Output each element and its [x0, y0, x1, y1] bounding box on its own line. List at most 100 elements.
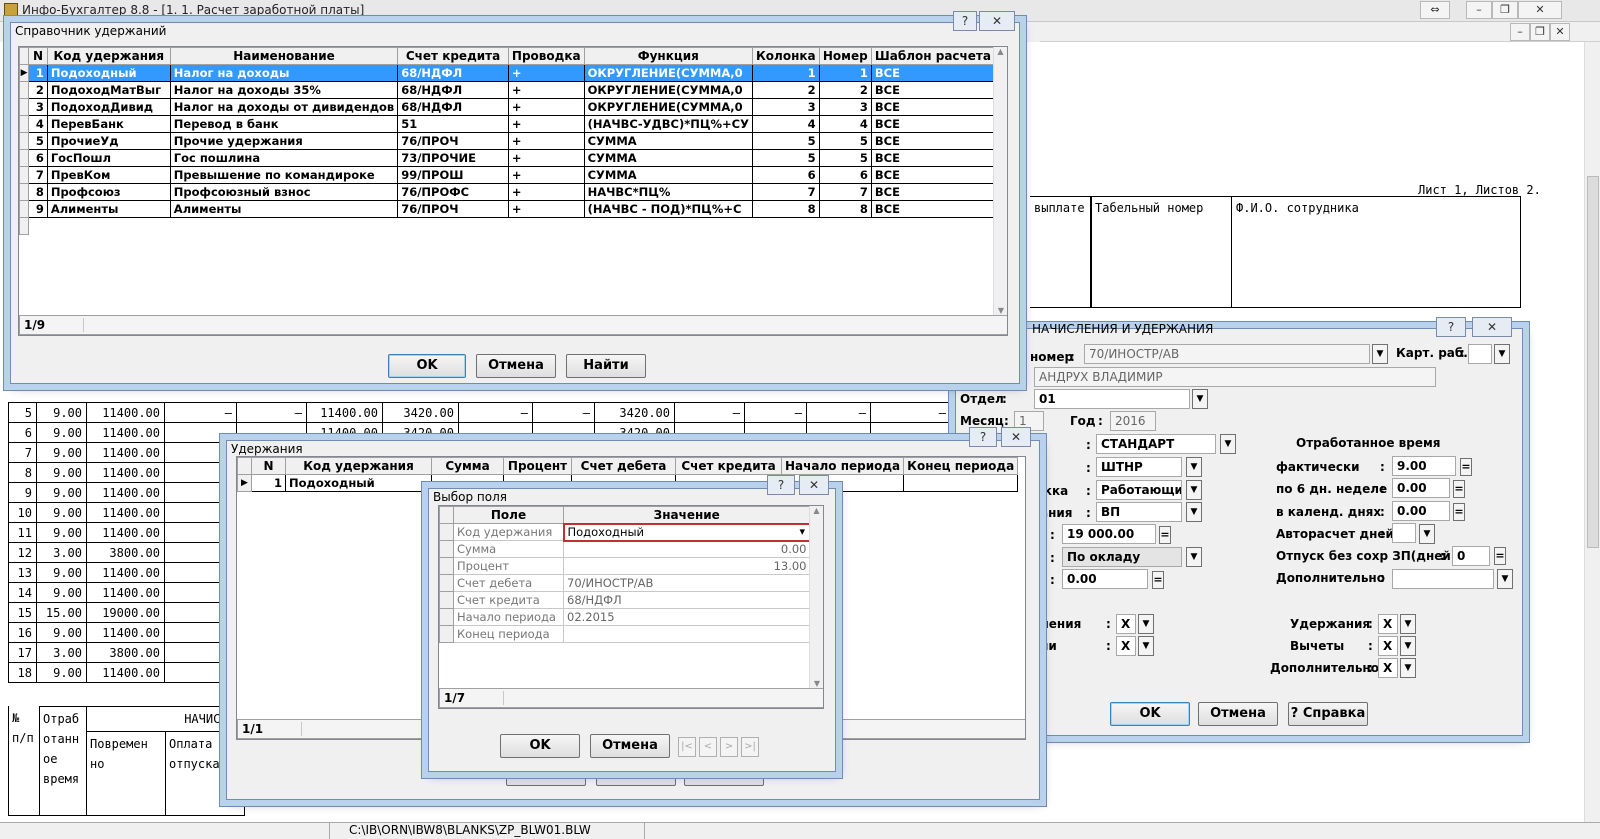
ded-cell[interactable]: ПревКом: [46, 166, 171, 184]
ded-cell[interactable]: 5: [818, 132, 872, 150]
ded-col-header[interactable]: Номер: [818, 47, 872, 65]
picker-field-value[interactable]: 13.00: [563, 557, 811, 575]
mdi-minimize-button[interactable]: –: [1510, 23, 1530, 41]
ded-cell[interactable]: 7: [751, 183, 820, 201]
nav-next-button[interactable]: >: [720, 737, 738, 757]
picker-row[interactable]: Начало периода 02.2015: [439, 608, 811, 626]
emp-deductions-flag[interactable]: X: [1378, 614, 1398, 634]
ded-cell[interactable]: 7: [818, 183, 872, 201]
nav-last-button[interactable]: >|: [741, 737, 759, 757]
holds-cell[interactable]: 1: [251, 474, 286, 492]
ded-cell[interactable]: 5: [28, 132, 48, 150]
ded-cell[interactable]: 5: [751, 132, 820, 150]
ded-row[interactable]: 5 ПрочиеУд Прочие удержания 76/ПРОЧ + СУММА 5 5…: [19, 132, 996, 150]
ded-cell[interactable]: 68/НДФЛ: [397, 98, 509, 116]
emp-pay-method-field[interactable]: По окладу: [1062, 547, 1182, 567]
chevron-down-icon[interactable]: ▼: [1497, 569, 1513, 589]
ded-cell[interactable]: 76/ПРОФС: [397, 183, 509, 201]
holds-col-header[interactable]: Сумма: [431, 457, 504, 475]
ded-cell[interactable]: Профсоюз: [46, 183, 171, 201]
holds-col-header[interactable]: Конец периода: [903, 457, 1019, 475]
ded-cell[interactable]: Алименты: [46, 200, 171, 218]
chevron-down-icon[interactable]: ▼: [1138, 614, 1154, 634]
nav-first-button[interactable]: |<: [678, 737, 696, 757]
emp-extra-sum-field[interactable]: 0.00: [1062, 569, 1148, 589]
picker-row[interactable]: Счет дебета 70/ИНОСТР/АВ: [439, 574, 811, 592]
picker-row[interactable]: Процент 13.00: [439, 557, 811, 575]
ded-cell[interactable]: +: [507, 115, 585, 133]
ded-cell[interactable]: 73/ПРОЧИЕ: [397, 149, 509, 167]
ded-cell[interactable]: ВСЕ: [870, 115, 996, 133]
ded-cell[interactable]: 6: [28, 149, 48, 167]
ded-cell[interactable]: ПодоходМатВыг: [46, 81, 171, 99]
holds-cell[interactable]: Подоходный: [285, 474, 432, 492]
close-icon[interactable]: ✕: [1472, 317, 1512, 337]
ded-cell[interactable]: ОКРУГЛЕНИЕ(СУММА,0: [583, 64, 753, 82]
picker-row[interactable]: Конец периода: [439, 625, 811, 643]
ded-cancel-button[interactable]: Отмена: [476, 354, 556, 378]
emp-ok-button[interactable]: OK: [1110, 702, 1190, 726]
emp-salary-field[interactable]: 19 000.00: [1062, 524, 1156, 544]
ded-cell[interactable]: +: [507, 132, 585, 150]
emp-template-field[interactable]: СТАНДАРТ: [1096, 434, 1216, 454]
emp-status-field[interactable]: Работающий: [1096, 480, 1182, 500]
ded-cell[interactable]: Налог на доходы: [169, 64, 399, 82]
picker-field-value[interactable]: 70/ИНОСТР/АВ: [563, 574, 811, 592]
ded-cell[interactable]: Подоходный: [46, 64, 171, 82]
ded-col-header[interactable]: Код удержания: [46, 47, 171, 65]
holds-col-header[interactable]: Счет дебета: [571, 457, 676, 475]
emp-writeoffs-flag[interactable]: X: [1378, 636, 1398, 656]
emp-card-field[interactable]: [1468, 344, 1492, 364]
picker-cancel-button[interactable]: Отмена: [590, 734, 670, 758]
ded-row[interactable]: 7 ПревКом Превышение по командироке 99/ПРОШ…: [19, 166, 996, 184]
scroll-thumb[interactable]: [1587, 176, 1599, 548]
close-icon[interactable]: ✕: [979, 11, 1015, 31]
chevron-down-icon[interactable]: ▼: [1220, 434, 1236, 454]
holds-col-header[interactable]: Счет кредита: [675, 457, 782, 475]
chevron-down-icon[interactable]: ▼: [1138, 636, 1154, 656]
ded-cell[interactable]: ОКРУГЛЕНИЕ(СУММА,0: [583, 81, 753, 99]
chevron-down-icon[interactable]: ▾: [799, 526, 805, 539]
ded-cell[interactable]: ПрочиеУд: [46, 132, 171, 150]
ded-cell[interactable]: Профсоюзный взнос: [169, 183, 399, 201]
ded-cell[interactable]: Налог на доходы 35%: [169, 81, 399, 99]
ded-cell[interactable]: ПодоходДивид: [46, 98, 171, 116]
emp-autocalc-field[interactable]: [1392, 523, 1416, 543]
help-question-icon[interactable]: ?: [767, 475, 795, 495]
chevron-down-icon[interactable]: ▼: [1186, 547, 1202, 567]
ded-col-header[interactable]: Шаблон расчета: [870, 47, 996, 65]
emp-extra2-flag[interactable]: X: [1378, 658, 1398, 678]
field-picker-grid[interactable]: Поле Значение Код удержания Подоходный ▾ Су…: [438, 505, 824, 709]
ded-cell[interactable]: 76/ПРОЧ: [397, 132, 509, 150]
close-icon[interactable]: ✕: [799, 475, 829, 495]
maximize-button[interactable]: ❐: [1492, 1, 1518, 19]
ded-cell[interactable]: ПеревБанк: [46, 115, 171, 133]
calc-equals-button[interactable]: =: [1159, 526, 1171, 544]
ded-cell[interactable]: Перевод в банк: [169, 115, 399, 133]
ded-cell[interactable]: 99/ПРОШ: [397, 166, 509, 184]
ded-cell[interactable]: Гос пошлина: [169, 149, 399, 167]
ded-cell[interactable]: (НАЧВС-УДВС)*ПЦ%+СУ: [583, 115, 753, 133]
ded-cell[interactable]: 1: [818, 64, 872, 82]
ded-cell[interactable]: 68/НДФЛ: [397, 81, 509, 99]
calc-equals-button[interactable]: =: [1453, 480, 1465, 498]
ded-cell[interactable]: ВСЕ: [870, 132, 996, 150]
ded-cell[interactable]: ВСЕ: [870, 64, 996, 82]
ded-cell[interactable]: 8: [751, 200, 820, 218]
holds-col-header[interactable]: Процент: [503, 457, 572, 475]
ded-cell[interactable]: 3: [818, 98, 872, 116]
ded-cell[interactable]: 1: [28, 64, 48, 82]
emp-accruals-flag[interactable]: X: [1116, 614, 1136, 634]
picker-field-value[interactable]: 0.00: [563, 540, 811, 558]
ded-cell[interactable]: СУММА: [583, 166, 753, 184]
ded-col-header[interactable]: Колонка: [751, 47, 820, 65]
ded-col-header[interactable]: Функция: [583, 47, 753, 65]
ded-cell[interactable]: +: [507, 200, 585, 218]
chevron-down-icon[interactable]: ▼: [1186, 480, 1202, 500]
mdi-close-button[interactable]: ✕: [1550, 23, 1570, 41]
ded-cell[interactable]: 7: [28, 166, 48, 184]
ded-cell[interactable]: 4: [28, 115, 48, 133]
nav-prev-button[interactable]: <: [699, 737, 717, 757]
ded-ok-button[interactable]: OK: [388, 354, 466, 378]
emp-help-button[interactable]: ? Справка: [1288, 702, 1368, 726]
